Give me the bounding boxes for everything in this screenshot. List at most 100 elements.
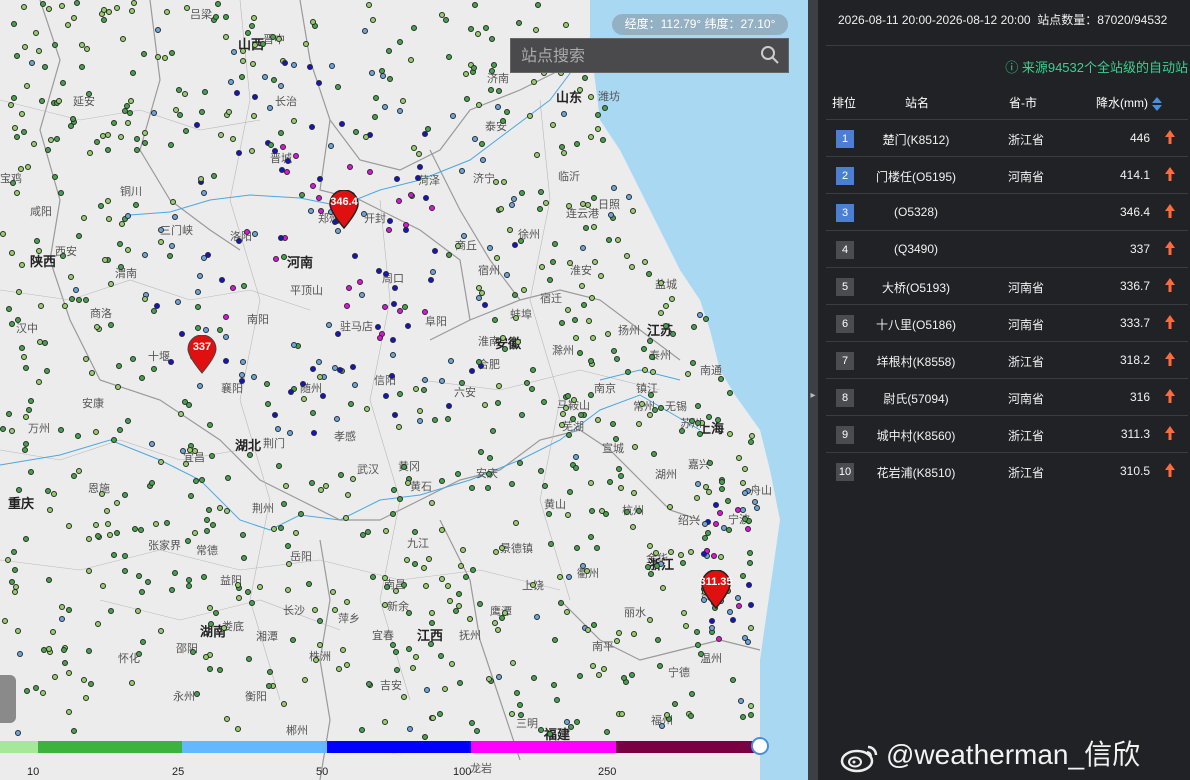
station-dot[interactable] [0, 426, 6, 432]
station-dot[interactable] [631, 631, 637, 637]
station-dot[interactable] [288, 389, 294, 395]
station-dot[interactable] [599, 508, 605, 514]
station-dot[interactable] [122, 492, 128, 498]
station-dot[interactable] [204, 517, 210, 523]
station-dot[interactable] [39, 98, 45, 104]
station-dot[interactable] [139, 375, 145, 381]
station-dot[interactable] [142, 296, 148, 302]
station-dot[interactable] [748, 712, 754, 718]
station-dot[interactable] [472, 2, 478, 8]
station-dot[interactable] [396, 424, 402, 430]
station-dot[interactable] [278, 525, 284, 531]
station-dot[interactable] [438, 653, 444, 659]
station-dot[interactable] [531, 79, 537, 85]
station-dot[interactable] [340, 647, 346, 653]
station-dot[interactable] [75, 433, 81, 439]
station-dot[interactable] [133, 202, 139, 208]
station-dot[interactable] [70, 116, 76, 122]
station-dot[interactable] [614, 638, 620, 644]
station-dot[interactable] [21, 4, 27, 10]
station-dot[interactable] [658, 280, 664, 286]
station-dot[interactable] [390, 511, 396, 517]
station-dot[interactable] [492, 620, 498, 626]
station-dot[interactable] [394, 176, 400, 182]
station-dot[interactable] [188, 493, 194, 499]
station-dot[interactable] [40, 690, 46, 696]
station-dot[interactable] [701, 551, 707, 557]
station-dot[interactable] [169, 587, 175, 593]
station-dot[interactable] [71, 728, 77, 734]
station-dot[interactable] [228, 79, 234, 85]
station-dot[interactable] [711, 553, 717, 559]
station-dot[interactable] [589, 508, 595, 514]
station-dot[interactable] [514, 690, 520, 696]
station-dot[interactable] [552, 241, 558, 247]
station-dot[interactable] [429, 500, 435, 506]
station-dot[interactable] [718, 554, 724, 560]
station-dot[interactable] [267, 669, 273, 675]
station-dot[interactable] [430, 715, 436, 721]
station-dot[interactable] [439, 527, 445, 533]
station-dot[interactable] [363, 134, 369, 140]
station-dot[interactable] [703, 484, 709, 490]
station-dot[interactable] [86, 536, 92, 542]
station-dot[interactable] [573, 465, 579, 471]
station-dot[interactable] [492, 317, 498, 323]
station-dot[interactable] [69, 296, 75, 302]
station-dot[interactable] [235, 726, 241, 732]
station-dot[interactable] [12, 567, 18, 573]
station-dot[interactable] [512, 292, 518, 298]
station-dot[interactable] [178, 411, 184, 417]
station-dot[interactable] [0, 231, 6, 237]
station-dot[interactable] [94, 139, 100, 145]
station-dot[interactable] [537, 206, 543, 212]
station-dot[interactable] [122, 568, 128, 574]
station-dot[interactable] [391, 301, 397, 307]
station-dot[interactable] [151, 110, 157, 116]
station-dot[interactable] [106, 216, 112, 222]
station-dot[interactable] [11, 95, 17, 101]
station-dot[interactable] [455, 471, 461, 477]
station-dot[interactable] [59, 616, 65, 622]
station-dot[interactable] [88, 681, 94, 687]
station-dot[interactable] [14, 53, 20, 59]
station-dot[interactable] [574, 719, 580, 725]
station-dot[interactable] [136, 573, 142, 579]
station-dot[interactable] [271, 526, 277, 532]
station-dot[interactable] [210, 522, 216, 528]
station-dot[interactable] [716, 636, 722, 642]
station-dot[interactable] [391, 487, 397, 493]
station-dot[interactable] [382, 575, 388, 581]
station-dot[interactable] [16, 289, 22, 295]
station-dot[interactable] [567, 489, 573, 495]
station-dot[interactable] [565, 512, 571, 518]
station-dot[interactable] [571, 397, 577, 403]
station-dot[interactable] [172, 214, 178, 220]
station-dot[interactable] [352, 253, 358, 259]
station-dot[interactable] [476, 285, 482, 291]
station-dot[interactable] [119, 221, 125, 227]
station-dot[interactable] [618, 485, 624, 491]
station-dot[interactable] [742, 466, 748, 472]
station-dot[interactable] [183, 461, 189, 467]
station-dot[interactable] [695, 481, 701, 487]
station-dot[interactable] [660, 585, 666, 591]
station-dot[interactable] [519, 190, 525, 196]
station-dot[interactable] [405, 480, 411, 486]
station-dot[interactable] [15, 730, 21, 736]
station-dot[interactable] [293, 530, 299, 536]
station-dot[interactable] [546, 511, 552, 517]
station-dot[interactable] [36, 379, 42, 385]
station-dot[interactable] [533, 27, 539, 33]
station-dot[interactable] [81, 677, 87, 683]
station-dot[interactable] [240, 532, 246, 538]
station-dot[interactable] [657, 663, 663, 669]
station-dot[interactable] [588, 134, 594, 140]
station-dot[interactable] [223, 334, 229, 340]
station-dot[interactable] [478, 449, 484, 455]
station-dot[interactable] [742, 490, 748, 496]
station-dot[interactable] [364, 406, 370, 412]
station-dot[interactable] [350, 476, 356, 482]
station-dot[interactable] [59, 3, 65, 9]
station-dot[interactable] [56, 98, 62, 104]
